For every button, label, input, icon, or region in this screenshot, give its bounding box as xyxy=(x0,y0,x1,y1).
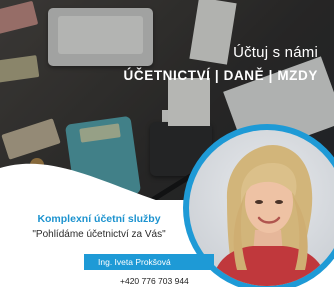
promo-card: Účtuj s námi ÚČETNICTVÍ | DANĚ | MZDY Ko… xyxy=(0,0,334,287)
headline-line-1: Účtuj s námi xyxy=(233,44,318,61)
headline-services: ÚČETNICTVÍ | DANĚ | MZDY xyxy=(123,68,318,83)
contact-name-badge: Ing. Iveta Prokšová xyxy=(84,254,214,270)
services-tagline: "Pohlídáme účetnictví za Vás" xyxy=(32,229,166,240)
services-title: Komplexní účetní služby xyxy=(37,213,161,225)
headline: Účtuj s námi ÚČETNICTVÍ | DANĚ | MZDY xyxy=(124,44,318,83)
contact-phone[interactable]: +420 776 703 944 xyxy=(120,276,189,286)
contact-name: Ing. Iveta Prokšová xyxy=(98,257,171,267)
